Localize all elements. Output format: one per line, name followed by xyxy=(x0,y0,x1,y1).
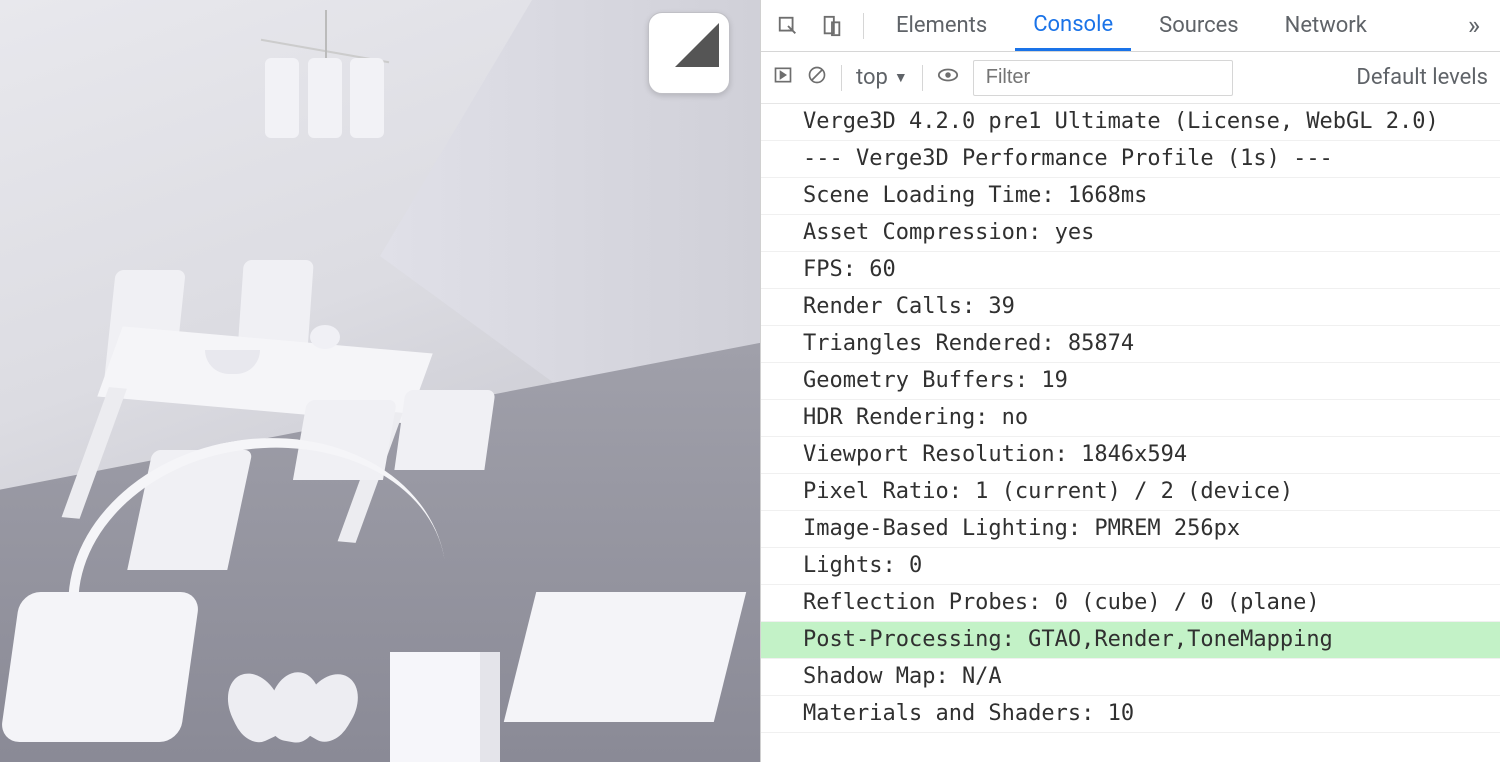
side-table xyxy=(390,652,500,762)
console-row: Asset Compression: yes xyxy=(761,215,1500,252)
console-row: Shadow Map: N/A xyxy=(761,659,1500,696)
console-row: Viewport Resolution: 1846x594 xyxy=(761,437,1500,474)
armchair xyxy=(0,592,201,742)
console-row: Lights: 0 xyxy=(761,548,1500,585)
separator xyxy=(922,65,923,91)
device-toggle-icon[interactable] xyxy=(815,9,849,43)
console-row: --- Verge3D Performance Profile (1s) --- xyxy=(761,141,1500,178)
console-row: Geometry Buffers: 19 xyxy=(761,363,1500,400)
console-row: Reflection Probes: 0 (cube) / 0 (plane) xyxy=(761,585,1500,622)
tab-sources[interactable]: Sources xyxy=(1141,0,1257,51)
clear-console-icon[interactable] xyxy=(807,65,827,91)
fullscreen-fold-button[interactable] xyxy=(648,12,730,94)
separator xyxy=(841,65,842,91)
console-row: Post-Processing: GTAO,Render,ToneMapping xyxy=(761,622,1500,659)
console-row: FPS: 60 xyxy=(761,252,1500,289)
devtools-panel: Elements Console Sources Network » top ▼… xyxy=(760,0,1500,762)
caret-down-icon: ▼ xyxy=(894,69,908,86)
console-row: Render Calls: 39 xyxy=(761,289,1500,326)
separator xyxy=(863,13,864,39)
console-row: Triangles Rendered: 85874 xyxy=(761,326,1500,363)
console-row: Materials and Shaders: 10 xyxy=(761,696,1500,733)
toggle-sidebar-icon[interactable] xyxy=(773,65,793,91)
console-toolbar: top ▼ Default levels xyxy=(761,52,1500,104)
console-row: Image-Based Lighting: PMREM 256px xyxy=(761,511,1500,548)
teapot xyxy=(310,325,340,349)
tab-console[interactable]: Console xyxy=(1015,0,1131,51)
tab-elements[interactable]: Elements xyxy=(878,0,1005,51)
inspect-icon[interactable] xyxy=(771,9,805,43)
tab-network[interactable]: Network xyxy=(1267,0,1385,51)
console-row: Verge3D 4.2.0 pre1 Ultimate (License, We… xyxy=(761,104,1500,141)
console-row: Pixel Ratio: 1 (current) / 2 (device) xyxy=(761,474,1500,511)
more-tabs-icon[interactable]: » xyxy=(1458,11,1490,41)
console-row: Scene Loading Time: 1668ms xyxy=(761,178,1500,215)
console-row: HDR Rendering: no xyxy=(761,400,1500,437)
fold-corner-icon xyxy=(675,23,719,67)
log-levels-selector[interactable]: Default levels xyxy=(1356,65,1488,90)
devtools-tabs: Elements Console Sources Network » xyxy=(761,0,1500,52)
webgl-viewport[interactable] xyxy=(0,0,760,762)
chair xyxy=(394,390,495,470)
filter-input[interactable] xyxy=(973,60,1233,96)
pendant-lamp xyxy=(250,10,400,160)
plant xyxy=(230,672,350,762)
console-log[interactable]: Verge3D 4.2.0 pre1 Ultimate (License, We… xyxy=(761,104,1500,762)
context-selector[interactable]: top ▼ xyxy=(856,65,908,90)
live-expression-icon[interactable] xyxy=(937,64,959,92)
sofa xyxy=(504,592,746,722)
context-label: top xyxy=(856,65,888,90)
